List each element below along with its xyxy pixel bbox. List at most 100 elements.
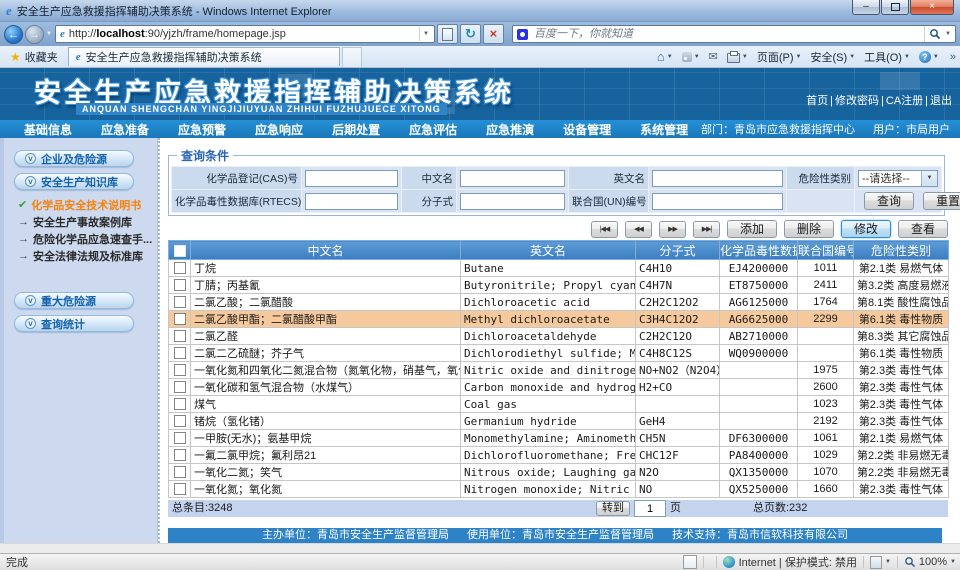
sidebar-panel-major-hazard[interactable]: v 重大危险源	[14, 292, 134, 309]
command-menu-item[interactable]: 安全(S)▼	[810, 49, 855, 65]
search-icon[interactable]	[924, 26, 945, 42]
delete-button[interactable]: 删除	[784, 220, 834, 238]
next-page-button[interactable]: ▶▶	[659, 221, 686, 238]
protected-mode-icon[interactable]	[870, 556, 882, 569]
favorites-button[interactable]: ★ 收藏夹	[4, 49, 64, 65]
row-checkbox[interactable]	[174, 415, 186, 427]
table-row[interactable]: 二氯二乙硫醚；芥子气 Dichlorodiethyl sulfide; Must…	[169, 345, 949, 362]
nav-menu-item[interactable]: 应急预警	[178, 121, 226, 138]
sidebar-item[interactable]: 安全法律法规及标准库	[18, 247, 158, 264]
table-row[interactable]: 一氧化氮；氧化氮 Nitrogen monoxide; Nitric oxide…	[169, 481, 949, 498]
refresh-button[interactable]: ↻	[460, 24, 481, 44]
top-link[interactable]: 首页	[806, 92, 828, 108]
row-checkbox[interactable]	[174, 398, 186, 410]
row-checkbox[interactable]	[174, 313, 186, 325]
read-mail-button[interactable]: ✉	[709, 50, 718, 63]
modify-button[interactable]: 修改	[841, 220, 891, 238]
sidebar-item[interactable]: 安全生产事故案例库	[18, 213, 158, 230]
row-checkbox[interactable]	[174, 330, 186, 342]
address-dropdown-arrow[interactable]: ▼	[419, 27, 432, 41]
forward-button[interactable]: →	[25, 25, 44, 44]
print-button[interactable]: ▼	[727, 51, 748, 63]
table-row[interactable]: 二氯乙酸；二氯醋酸 Dichloroacetic acid C2H2C12O2 …	[169, 294, 949, 311]
search-dropdown-arrow[interactable]: ▼	[945, 31, 955, 37]
add-button[interactable]: 添加	[727, 220, 777, 238]
formula-input[interactable]	[460, 193, 565, 210]
sidebar-panel-knowledge[interactable]: v 安全生产知识库	[14, 173, 134, 190]
search-button[interactable]: 查询	[864, 192, 914, 210]
un-input[interactable]	[652, 193, 783, 210]
command-menu-item[interactable]: 工具(O)▼	[864, 49, 910, 65]
stop-button[interactable]: ×	[483, 24, 504, 44]
row-checkbox[interactable]	[174, 364, 186, 376]
select-all-header[interactable]	[169, 241, 191, 260]
feeds-button[interactable]: ▼	[682, 52, 700, 62]
goto-page-input[interactable]	[634, 500, 666, 517]
top-link[interactable]: 退出	[923, 92, 952, 108]
nav-menu-item[interactable]: 应急评估	[409, 121, 457, 138]
rtecs-input[interactable]	[305, 193, 398, 210]
row-checkbox[interactable]	[174, 262, 186, 274]
table-row[interactable]: 丁腈；丙基氰 Butyronitrile; Propyl cyanide C4H…	[169, 277, 949, 294]
row-checkbox[interactable]	[174, 381, 186, 393]
table-row[interactable]: 一氧化碳和氢气混合物（水煤气） Carbon monoxide and hydr…	[169, 379, 949, 396]
top-link[interactable]: CA注册	[879, 92, 923, 108]
new-tab-stub[interactable]	[342, 47, 362, 67]
help-button[interactable]: ?▼	[919, 51, 939, 63]
back-button[interactable]: ←	[4, 25, 23, 44]
nav-menu-item[interactable]: 应急准备	[101, 121, 149, 138]
overflow-chevron-icon[interactable]: »	[950, 51, 956, 63]
nav-menu-item[interactable]: 系统管理	[640, 121, 688, 138]
reset-button[interactable]: 重置	[923, 192, 960, 210]
zoom-level-label[interactable]: 100%	[919, 556, 947, 568]
select-all-checkbox[interactable]	[174, 245, 186, 257]
minimize-button[interactable]: –	[852, 0, 880, 15]
compatibility-view-button[interactable]	[437, 24, 458, 44]
table-row[interactable]: 煤气 Coal gas 1023 第2.3类 毒性气体	[169, 396, 949, 413]
close-button[interactable]: ×	[910, 0, 954, 15]
sidebar-panel-query-stats[interactable]: v 查询统计	[14, 315, 134, 332]
last-page-button[interactable]: ▶▶|	[693, 221, 720, 238]
row-checkbox[interactable]	[174, 449, 186, 461]
row-checkbox[interactable]	[174, 483, 186, 495]
top-link[interactable]: 修改密码	[828, 92, 879, 108]
sidebar-item[interactable]: 化学品安全技术说明书	[18, 196, 158, 213]
command-menu-item[interactable]: 页面(P)▼	[757, 49, 802, 65]
row-checkbox[interactable]	[174, 279, 186, 291]
nav-menu-item[interactable]: 设备管理	[563, 121, 611, 138]
layout-icon[interactable]	[683, 555, 697, 569]
nav-menu-item[interactable]: 基础信息	[24, 121, 72, 138]
table-row[interactable]: 锗烷（氢化锗） Germanium hydride GeH4 2192 第2.3…	[169, 413, 949, 430]
cas-input[interactable]	[305, 170, 398, 187]
nav-menu-item[interactable]: 应急响应	[255, 121, 303, 138]
row-checkbox[interactable]	[174, 466, 186, 478]
home-button[interactable]: ⌂▼	[657, 51, 673, 63]
table-row[interactable]: 一氟二氯甲烷；氟利昂21 Dichlorofluoromethane; Freo…	[169, 447, 949, 464]
chevron-down-icon[interactable]: ▼	[885, 559, 891, 565]
table-row[interactable]: 二氯乙酸甲酯；二氯醋酸甲酯 Methyl dichloroacetate C3H…	[169, 311, 949, 328]
goto-page-button[interactable]: 转到	[596, 501, 630, 516]
history-dropdown-icon[interactable]: ▼	[46, 31, 52, 37]
cn-name-input[interactable]	[460, 170, 565, 187]
sidebar-panel-enterprise[interactable]: v 企业及危险源	[14, 150, 134, 167]
chevron-down-icon[interactable]: ▼	[950, 559, 956, 565]
nav-menu-item[interactable]: 后期处置	[332, 121, 380, 138]
row-checkbox[interactable]	[174, 432, 186, 444]
row-checkbox[interactable]	[174, 296, 186, 308]
prev-page-button[interactable]: ◀◀	[625, 221, 652, 238]
maximize-button[interactable]	[881, 0, 909, 15]
table-row[interactable]: 二氯乙醛 Dichloroacetaldehyde C2H2C12O AB271…	[169, 328, 949, 345]
sidebar-item[interactable]: 危险化学品应急速查手...	[18, 230, 158, 247]
en-name-input[interactable]	[652, 170, 783, 187]
view-button[interactable]: 查看	[898, 220, 948, 238]
nav-menu-item[interactable]: 应急推演	[486, 121, 534, 138]
search-input[interactable]	[532, 27, 924, 41]
first-page-button[interactable]: |◀◀	[591, 221, 618, 238]
search-box[interactable]: ▼	[512, 25, 956, 43]
table-row[interactable]: 一氧化二氮；笑气 Nitrous oxide; Laughing gas N2O…	[169, 464, 949, 481]
address-field[interactable]: e http://localhost:90/yjzh/frame/homepag…	[55, 25, 435, 43]
row-checkbox[interactable]	[174, 347, 186, 359]
table-row[interactable]: 一甲胺(无水)；氨基甲烷 Monomethylamine; Aminometha…	[169, 430, 949, 447]
table-row[interactable]: 丁烷 Butane C4H10 EJ4200000 1011 第2.1类 易燃气…	[169, 260, 949, 277]
table-row[interactable]: 一氧化氮和四氧化二氮混合物（氮氧化物，硝基气，氧化氮气体） Nitric oxi…	[169, 362, 949, 379]
